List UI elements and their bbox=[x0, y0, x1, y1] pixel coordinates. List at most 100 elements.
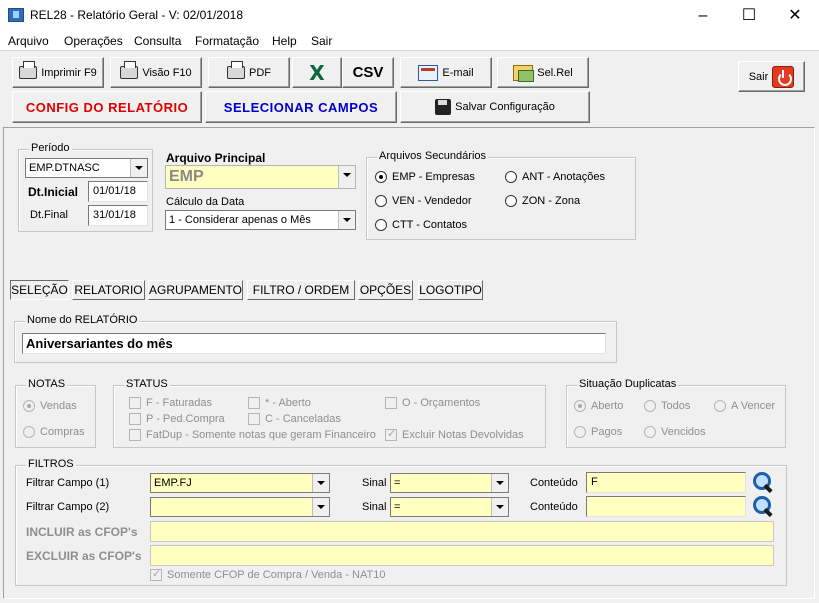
check-ped-compra[interactable] bbox=[129, 413, 141, 425]
dt-inicial-input[interactable]: 01/01/18 bbox=[88, 181, 148, 202]
emp-empresas-label: EMP - Empresas bbox=[392, 171, 475, 183]
check-excluir-devolvidas[interactable] bbox=[385, 427, 397, 441]
arquivo-principal-select[interactable]: EMP bbox=[165, 165, 356, 189]
radio-ctt-contatos[interactable] bbox=[375, 219, 387, 231]
chevron-down-icon[interactable] bbox=[491, 498, 508, 516]
incluir-cfops-label: INCLUIR as CFOP's bbox=[26, 525, 138, 539]
check-fatdup[interactable] bbox=[129, 429, 141, 441]
sinal1-value: = bbox=[394, 477, 401, 489]
menu-arquivo[interactable]: Arquivo bbox=[8, 34, 49, 48]
tab-relatorio[interactable]: RELATORIO bbox=[72, 280, 145, 300]
excel-button[interactable]: X bbox=[292, 57, 342, 88]
conteudo2-label: Conteúdo bbox=[530, 501, 578, 513]
check-canceladas[interactable] bbox=[248, 413, 260, 425]
arquivo-principal-value: EMP bbox=[169, 168, 204, 185]
search-icon[interactable] bbox=[752, 471, 774, 493]
vendas-label: Vendas bbox=[40, 400, 77, 412]
radio-emp-empresas[interactable] bbox=[375, 171, 387, 183]
filtrar2-select[interactable] bbox=[150, 497, 330, 517]
compras-label: Compras bbox=[40, 426, 85, 438]
search-icon[interactable] bbox=[752, 495, 774, 517]
tab-selecao[interactable]: SELEÇÃO bbox=[10, 280, 69, 300]
radio-aberto[interactable] bbox=[574, 400, 586, 412]
sit-aberto-label: Aberto bbox=[591, 400, 624, 412]
tab-agrupamento[interactable]: AGRUPAMENTO bbox=[148, 280, 243, 300]
periodo-campo-select[interactable]: EMP.DTNASC bbox=[25, 158, 148, 178]
csv-button[interactable]: CSV bbox=[342, 57, 394, 88]
dt-final-input[interactable]: 31/01/18 bbox=[88, 205, 148, 226]
visao-label: Visão F10 bbox=[142, 66, 192, 79]
nome-relatorio-legend: Nome do RELATÓRIO bbox=[25, 314, 140, 326]
sair-label: Sair bbox=[748, 70, 769, 83]
situacao-legend: Situação Duplicatas bbox=[577, 378, 679, 390]
selecionar-campos-button[interactable]: SELECIONAR CAMPOS bbox=[205, 91, 397, 123]
ant-anotacoes-label: ANT - Anotações bbox=[522, 171, 605, 183]
check-orcamentos[interactable] bbox=[385, 397, 397, 409]
floppy-disk-icon bbox=[435, 99, 452, 115]
radio-ant-anotacoes[interactable] bbox=[505, 171, 517, 183]
maximize-button[interactable]: ☐ bbox=[726, 0, 772, 31]
visao-button[interactable]: Visão F10 bbox=[110, 57, 202, 88]
excluir-cfops-input[interactable] bbox=[150, 545, 774, 566]
notas-group: NOTAS bbox=[15, 378, 96, 448]
power-icon bbox=[772, 65, 795, 88]
folders-icon bbox=[513, 64, 535, 82]
imprimir-button[interactable]: Imprimir F9 bbox=[12, 57, 104, 88]
minimize-button[interactable]: – bbox=[680, 0, 726, 31]
check-faturadas[interactable] bbox=[129, 397, 141, 409]
radio-pagos[interactable] bbox=[574, 426, 586, 438]
chevron-down-icon[interactable] bbox=[338, 211, 355, 229]
radio-zon-zona[interactable] bbox=[505, 195, 517, 207]
menu-consulta[interactable]: Consulta bbox=[134, 34, 181, 48]
menu-operacoes[interactable]: Operações bbox=[64, 34, 123, 48]
tab-opcoes[interactable]: OPÇÕES bbox=[358, 280, 413, 300]
menu-help[interactable]: Help bbox=[272, 34, 297, 48]
calculo-data-select[interactable]: 1 - Considerar apenas o Mês bbox=[165, 210, 356, 230]
close-button[interactable]: ✕ bbox=[772, 0, 818, 31]
incluir-cfops-input[interactable] bbox=[150, 521, 774, 542]
situacao-duplicatas-group: Situação Duplicatas bbox=[566, 378, 786, 448]
conteudo1-input[interactable]: F bbox=[586, 472, 746, 493]
aberto-label: * - Aberto bbox=[265, 397, 311, 409]
email-button[interactable]: E-mail bbox=[400, 57, 492, 88]
pagos-label: Pagos bbox=[591, 426, 623, 438]
tab-filtro-ordem[interactable]: FILTRO / ORDEM bbox=[247, 280, 355, 300]
radio-a-vencer[interactable] bbox=[714, 400, 726, 412]
sinal1-select[interactable]: = bbox=[390, 473, 509, 493]
radio-vencidos[interactable] bbox=[644, 426, 656, 438]
conteudo2-input[interactable] bbox=[586, 496, 746, 517]
radio-todos[interactable] bbox=[644, 400, 656, 412]
sinal2-select[interactable]: = bbox=[390, 497, 509, 517]
ctt-contatos-label: CTT - Contatos bbox=[392, 219, 467, 231]
menu-sair[interactable]: Sair bbox=[311, 34, 332, 48]
selrel-button[interactable]: Sel.Rel bbox=[497, 57, 589, 88]
radio-ven-vendedor[interactable] bbox=[375, 195, 387, 207]
pdf-label: PDF bbox=[249, 66, 271, 79]
chevron-down-icon[interactable] bbox=[312, 498, 329, 516]
menu-formatacao[interactable]: Formatação bbox=[195, 34, 259, 48]
chevron-down-icon[interactable] bbox=[130, 159, 147, 177]
radio-compras[interactable] bbox=[23, 426, 35, 438]
excel-icon: X bbox=[309, 60, 325, 85]
chevron-down-icon[interactable] bbox=[338, 166, 355, 188]
email-icon bbox=[418, 64, 439, 81]
chevron-down-icon[interactable] bbox=[312, 474, 329, 492]
salvar-configuracao-button[interactable]: Salvar Configuração bbox=[400, 91, 590, 123]
periodo-campo-value: EMP.DTNASC bbox=[29, 162, 100, 174]
calculo-data-label: Cálculo da Data bbox=[166, 196, 245, 208]
sair-button[interactable]: Sair bbox=[738, 61, 805, 92]
sinal2-value: = bbox=[394, 501, 401, 513]
somente-cfop-label: Somente CFOP de Compra / Venda - NAT10 bbox=[167, 569, 386, 581]
selrel-label: Sel.Rel bbox=[537, 66, 573, 79]
nome-relatorio-input[interactable]: Aniversariantes do mês bbox=[22, 333, 606, 354]
dt-final-label: Dt.Final bbox=[30, 209, 68, 221]
radio-vendas[interactable] bbox=[23, 400, 35, 412]
config-relatorio-button[interactable]: CONFIG DO RELATÓRIO bbox=[12, 91, 202, 123]
chevron-down-icon[interactable] bbox=[491, 474, 508, 492]
filtrar1-select[interactable]: EMP.FJ bbox=[150, 473, 330, 493]
check-aberto[interactable] bbox=[248, 397, 260, 409]
check-somente-cfop[interactable] bbox=[150, 567, 162, 581]
tab-logotipo[interactable]: LOGOTIPO bbox=[418, 280, 483, 300]
arquivo-principal-label: Arquivo Principal bbox=[166, 151, 266, 165]
pdf-button[interactable]: PDF bbox=[208, 57, 290, 88]
